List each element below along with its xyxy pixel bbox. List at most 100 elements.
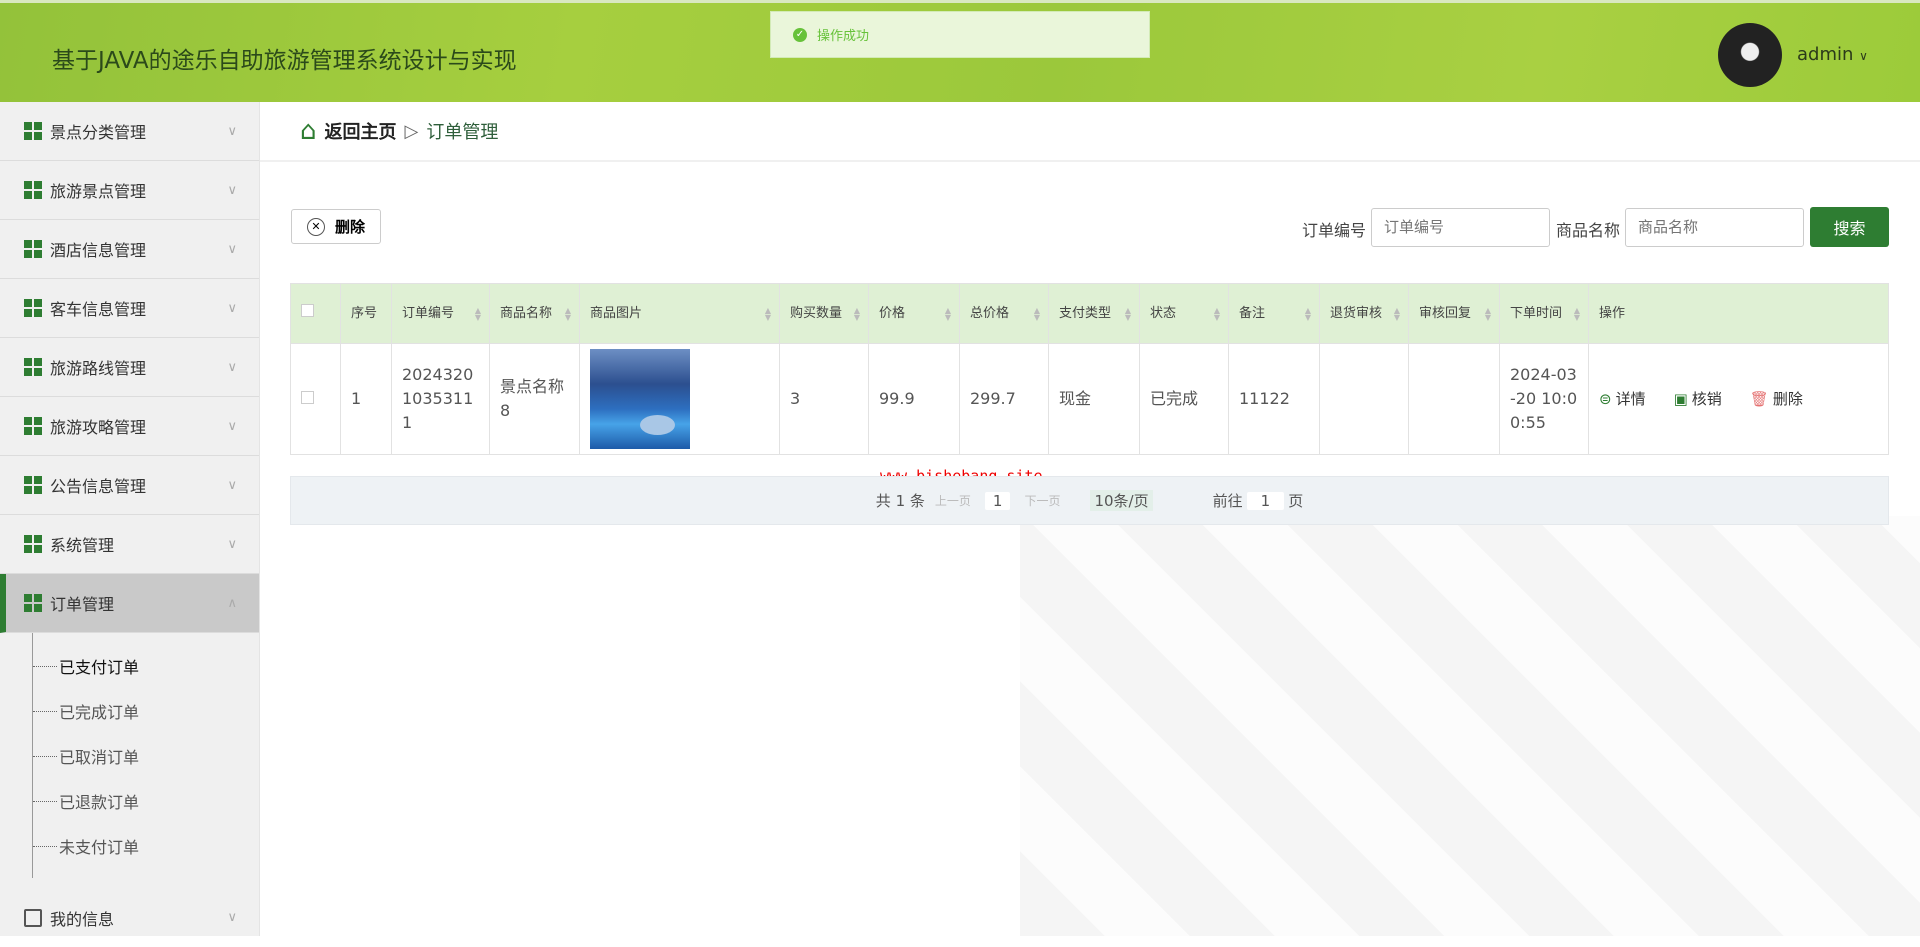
- lightbulb-icon: [24, 417, 42, 435]
- sidebar-item-label: 客车信息管理: [50, 300, 147, 319]
- sidebar-item-label: 旅游攻略管理: [50, 418, 147, 437]
- card-icon: [24, 908, 42, 927]
- column-header[interactable]: 总价格 ▲ ▼: [959, 283, 1049, 344]
- sidebar-item-2[interactable]: 酒店信息管理 ∨: [0, 220, 259, 279]
- next-page-button[interactable]: 下一页: [1024, 492, 1060, 509]
- grid-icon: [24, 594, 42, 612]
- goods-image[interactable]: [590, 349, 690, 449]
- column-header[interactable]: 价格 ▲ ▼: [868, 283, 960, 344]
- column-header[interactable]: 商品图片 ▲ ▼: [579, 283, 780, 344]
- cell-goods: 景点名称8: [489, 343, 580, 455]
- sidebar-item-my-info[interactable]: 我的信息 ∨: [0, 888, 259, 947]
- chevron-down-icon: ∨: [227, 241, 237, 257]
- sort-icon[interactable]: ▲ ▼: [1574, 306, 1580, 321]
- background-decoration: [1020, 516, 1920, 936]
- chevron-down-icon: ∨: [227, 536, 237, 552]
- row-checkbox[interactable]: [290, 343, 341, 455]
- column-header[interactable]: 备注 ▲ ▼: [1228, 283, 1320, 344]
- batch-delete-button[interactable]: ✕ 删除: [291, 209, 381, 244]
- column-header-label: 商品名称: [500, 305, 553, 321]
- column-header[interactable]: 购买数量 ▲ ▼: [779, 283, 869, 344]
- column-header: 操作: [1588, 283, 1889, 344]
- sort-icon[interactable]: ▲ ▼: [854, 306, 860, 321]
- sort-icon[interactable]: ▲ ▼: [1125, 306, 1131, 321]
- avatar[interactable]: [1718, 23, 1782, 87]
- chevron-down-icon: ∨: [227, 418, 237, 434]
- chevron-down-icon: ∨: [1859, 49, 1868, 63]
- goods-name-input[interactable]: [1625, 208, 1804, 247]
- select-all-checkbox[interactable]: [290, 283, 341, 344]
- column-header[interactable]: 商品名称 ▲ ▼: [489, 283, 580, 344]
- submenu-item[interactable]: 已完成订单: [33, 688, 259, 733]
- column-header[interactable]: 下单时间 ▲ ▼: [1499, 283, 1589, 344]
- sidebar-item-5[interactable]: 旅游攻略管理 ∨: [0, 397, 259, 456]
- breadcrumb-separator-icon: ▷: [404, 120, 419, 142]
- submenu-item[interactable]: 未支付订单: [33, 823, 259, 868]
- column-header[interactable]: 订单编号 ▲ ▼: [391, 283, 490, 344]
- trash-icon: 🗑: [1749, 390, 1769, 408]
- grid-icon: [24, 240, 42, 258]
- column-header[interactable]: 退货审核 ▲ ▼: [1319, 283, 1409, 344]
- page-size-select[interactable]: 10条/页: [1090, 490, 1153, 511]
- sort-icon[interactable]: ▲ ▼: [1034, 306, 1040, 321]
- search-button[interactable]: 搜索: [1810, 207, 1889, 247]
- column-header-label: 总价格: [970, 305, 1010, 321]
- cell-pay: 现金: [1048, 343, 1140, 455]
- sidebar-item-1[interactable]: 旅游景点管理 ∨: [0, 161, 259, 220]
- goods-name-label: 商品名称: [1556, 221, 1621, 240]
- submenu-item[interactable]: 已退款订单: [33, 778, 259, 823]
- user-menu[interactable]: admin ∨: [1797, 44, 1868, 65]
- sidebar-item-8[interactable]: 订单管理 ∧: [0, 574, 259, 633]
- submenu-item[interactable]: 已支付订单: [33, 643, 259, 688]
- goto-page-input[interactable]: 1: [1246, 491, 1285, 510]
- sort-icon[interactable]: ▲ ▼: [1305, 306, 1311, 321]
- sidebar-item-0[interactable]: 景点分类管理 ∨: [0, 102, 259, 161]
- chevron-down-icon: ∨: [227, 477, 237, 493]
- pagination: 共 1 条 上一页 1 下一页 10条/页 前往 1 页: [290, 476, 1889, 525]
- column-header[interactable]: 审核回复 ▲ ▼: [1408, 283, 1500, 344]
- sort-icon[interactable]: ▲ ▼: [475, 306, 481, 321]
- detail-button[interactable]: ⊜ 详情: [1599, 390, 1660, 408]
- sidebar-item-3[interactable]: 客车信息管理 ∨: [0, 279, 259, 338]
- cell-qty: 3: [779, 343, 869, 455]
- table-header-row: 序号 订单编号 ▲ ▼ 商品名称 ▲ ▼ 商品图片 ▲ ▼ 购买数量 ▲ ▼ 价格 ▲ ▼ 总价格 ▲ ▼ 支付类型 ▲…: [290, 283, 1889, 344]
- cell-return_review: [1319, 343, 1409, 455]
- sort-icon[interactable]: ▲ ▼: [1394, 306, 1400, 321]
- wallet-icon: [24, 358, 42, 376]
- sidebar-item-label: 景点分类管理: [50, 123, 147, 142]
- column-header-label: 价格: [879, 305, 906, 321]
- page-unit-label: 页: [1288, 492, 1304, 510]
- sidebar-item-7[interactable]: 系统管理 ∨: [0, 515, 259, 574]
- verify-icon: ▣: [1673, 390, 1688, 408]
- column-header[interactable]: 状态 ▲ ▼: [1139, 283, 1229, 344]
- username: admin: [1797, 44, 1854, 65]
- submenu-item[interactable]: 已取消订单: [33, 733, 259, 778]
- sidebar-item-label: 旅游景点管理: [50, 182, 147, 201]
- sort-icon[interactable]: ▲ ▼: [945, 306, 951, 321]
- cell-actions: ⊜ 详情 ▣ 核销 🗑 删除: [1588, 343, 1889, 455]
- sort-icon[interactable]: ▲ ▼: [1485, 306, 1491, 321]
- sort-icon[interactable]: ▲ ▼: [565, 306, 571, 321]
- breadcrumb-home[interactable]: 返回主页: [325, 118, 397, 144]
- column-header-label: 支付类型: [1059, 305, 1112, 321]
- sort-icon[interactable]: ▲ ▼: [765, 306, 771, 321]
- prev-page-button[interactable]: 上一页: [935, 492, 971, 509]
- verify-button[interactable]: ▣ 核销: [1674, 390, 1736, 408]
- grid-icon: [24, 299, 42, 317]
- sidebar-item-4[interactable]: 旅游路线管理 ∨: [0, 338, 259, 397]
- order-no-input[interactable]: [1371, 208, 1550, 247]
- sidebar-item-6[interactable]: 公告信息管理 ∨: [0, 456, 259, 515]
- column-header-label: 操作: [1599, 305, 1626, 321]
- page-number[interactable]: 1: [984, 491, 1011, 510]
- clipboard-x-icon: [24, 181, 42, 199]
- chevron-down-icon: ∨: [227, 182, 237, 198]
- sort-icon[interactable]: ▲ ▼: [1214, 306, 1220, 321]
- home-icon[interactable]: ⌂: [300, 116, 317, 146]
- cell-total: 299.7: [959, 343, 1049, 455]
- delete-button[interactable]: 🗑 删除: [1750, 390, 1817, 408]
- check-circle-icon: ✓: [793, 27, 807, 42]
- chevron-down-icon: ∨: [227, 910, 237, 925]
- chevron-down-icon: ∨: [227, 359, 237, 375]
- column-header-label: 商品图片: [590, 305, 643, 321]
- column-header[interactable]: 支付类型 ▲ ▼: [1048, 283, 1140, 344]
